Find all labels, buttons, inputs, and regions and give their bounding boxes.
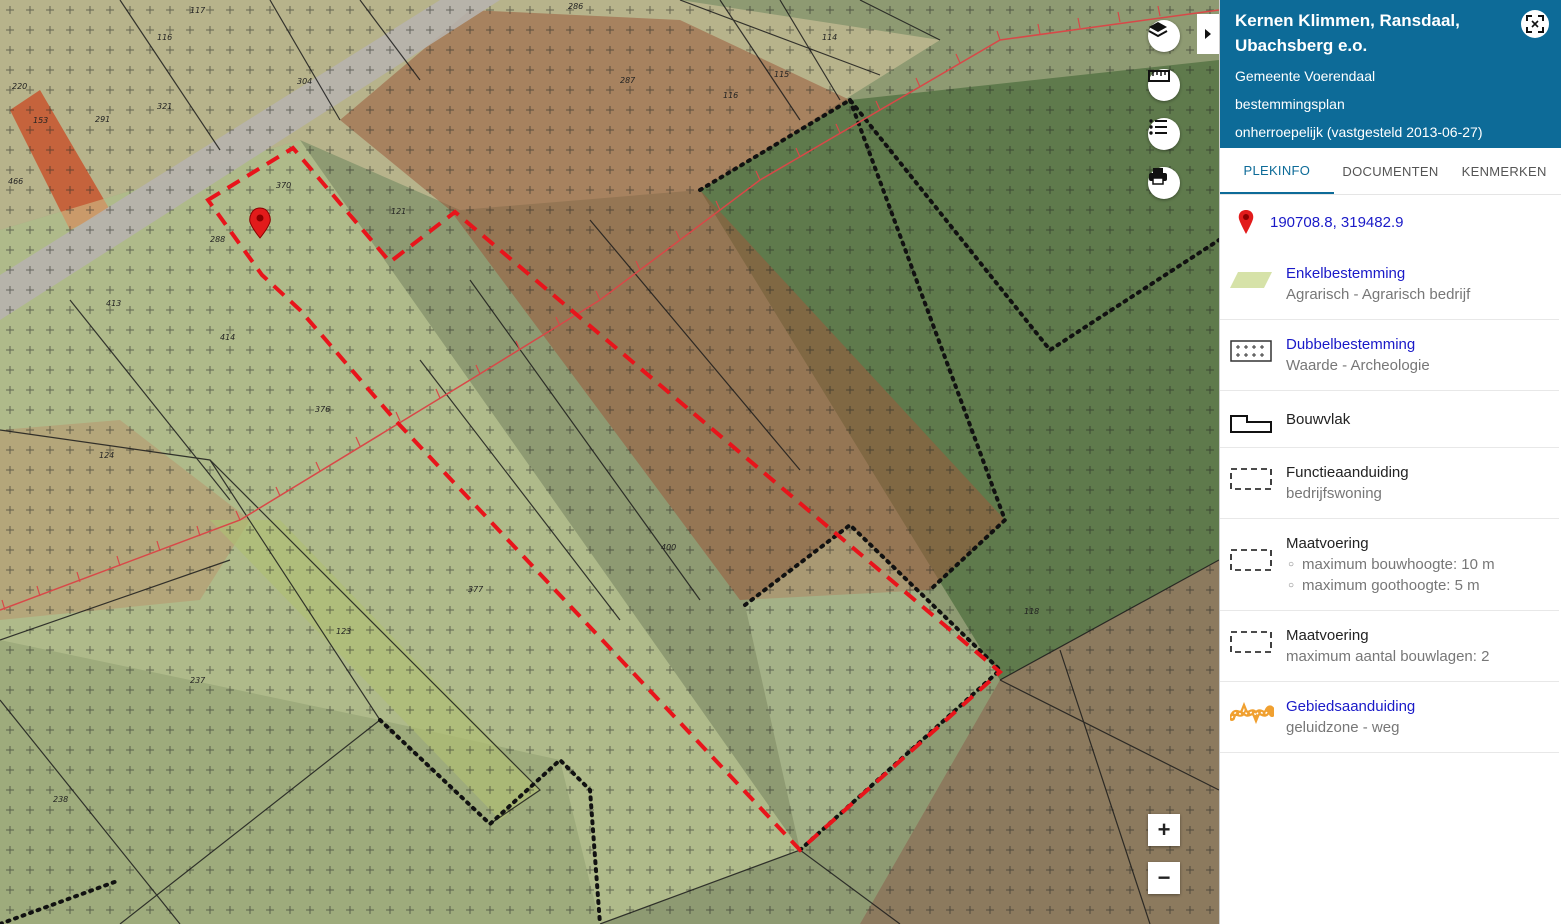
parcel-label: 376 xyxy=(315,405,330,414)
legend-title-dubbelbestemming[interactable]: Dubbelbestemming xyxy=(1286,334,1430,355)
legend-item-enkelbestemming: Enkelbestemming Agrarisch - Agrarisch bed… xyxy=(1220,249,1559,320)
legend-sub-dubbelbestemming: Waarde - Archeologie xyxy=(1286,357,1430,374)
ruler-icon xyxy=(1148,70,1170,82)
tab-plekinfo[interactable]: PLEKINFO xyxy=(1220,148,1334,194)
legend-sub-enkelbestemming: Agrarisch - Agrarisch bedrijf xyxy=(1286,286,1471,303)
legend-title-maatvoering: Maatvoering xyxy=(1286,627,1369,644)
parcel-label: 304 xyxy=(297,77,312,86)
layers-button[interactable] xyxy=(1148,20,1180,52)
legend-list-item: maximum goothoogte: 5 m xyxy=(1302,575,1495,596)
plan-type: bestemmingsplan xyxy=(1235,96,1345,112)
parcel-label: 121 xyxy=(391,207,406,216)
parcel-label: 237 xyxy=(190,676,206,685)
print-button[interactable] xyxy=(1148,167,1180,199)
legend-list-maatvoering: maximum bouwhoogte: 10 m maximum goothoo… xyxy=(1286,554,1495,596)
parcel-label: 414 xyxy=(220,333,235,342)
legend-button[interactable] xyxy=(1148,118,1180,150)
parcel-label: 114 xyxy=(822,33,837,42)
maatvoering-icon xyxy=(1230,631,1272,653)
tab-kenmerken[interactable]: KENMERKEN xyxy=(1447,148,1561,194)
legend-title-functieaanduiding: Functieaanduiding xyxy=(1286,464,1409,481)
legend-item-gebiedsaanduiding: Gebiedsaanduiding geluidzone - weg xyxy=(1220,682,1559,753)
plan-status: onherroepelijk (vastgesteld 2013-06-27) xyxy=(1235,124,1483,140)
legend-item-maatvoering-2: Maatvoering maximum aantal bouwlagen: 2 xyxy=(1220,611,1559,682)
parcel-label: 287 xyxy=(620,76,636,85)
parcel-label: 321 xyxy=(157,102,172,111)
coordinates-row: 190708.8, 319482.9 xyxy=(1220,195,1561,237)
municipality: Gemeente Voerendaal xyxy=(1235,68,1376,84)
plan-title: Kernen Klimmen, Ransdaal, Ubachsberg e.o… xyxy=(1235,11,1460,55)
fullscreen-icon xyxy=(1526,15,1544,33)
parcel-label: 400 xyxy=(661,543,676,552)
legend-item-dubbelbestemming: Dubbelbestemming Waarde - Archeologie xyxy=(1220,320,1559,391)
parcel-label: 291 xyxy=(95,115,110,124)
parcel-label: 466 xyxy=(8,177,23,186)
layers-icon xyxy=(1148,22,1168,38)
enkelbestemming-icon xyxy=(1230,272,1272,288)
parcel-label: 413 xyxy=(106,299,121,308)
legend-title-enkelbestemming[interactable]: Enkelbestemming xyxy=(1286,263,1470,284)
map-canvas[interactable]: 117 116 286 114 115 116 287 321 291 153 304 220 466 3… xyxy=(0,0,1219,924)
legend-sub-gebiedsaanduiding: geluidzone - weg xyxy=(1286,719,1400,736)
parcel-label: 238 xyxy=(53,795,68,804)
gebiedsaanduiding-icon xyxy=(1230,702,1274,724)
legend-sub-functieaanduiding: bedrijfswoning xyxy=(1286,485,1382,502)
parcel-label: 115 xyxy=(774,70,789,79)
legend-list-item: maximum bouwhoogte: 10 m xyxy=(1302,554,1495,575)
printer-icon xyxy=(1149,168,1167,185)
dubbelbestemming-icon xyxy=(1230,340,1272,362)
parcel-label: 286 xyxy=(568,2,583,11)
collapse-panel-button[interactable] xyxy=(1197,14,1219,54)
parcel-label: 118 xyxy=(1024,607,1039,616)
list-icon xyxy=(1149,119,1167,135)
legend-title-bouwvlak: Bouwvlak xyxy=(1286,411,1351,428)
zoom-in-button[interactable]: + xyxy=(1148,814,1180,846)
parcel-label: 377 xyxy=(468,585,484,594)
coordinates-link[interactable]: 190708.8, 319482.9 xyxy=(1270,214,1403,231)
parcel-label: 124 xyxy=(99,451,114,460)
location-pin-icon xyxy=(1238,210,1254,234)
legend-sub-maatvoering: maximum aantal bouwlagen: 2 xyxy=(1286,648,1490,665)
maatvoering-icon xyxy=(1230,549,1272,571)
tab-documenten[interactable]: DOCUMENTEN xyxy=(1334,148,1448,194)
parcel-label: 117 xyxy=(190,6,206,15)
caret-right-icon xyxy=(1205,29,1211,39)
parcel-label: 220 xyxy=(12,82,27,91)
map-view[interactable]: 117 116 286 114 115 116 287 321 291 153 304 220 466 3… xyxy=(0,0,1219,924)
legend-item-maatvoering-1: Maatvoering maximum bouwhoogte: 10 m max… xyxy=(1220,519,1559,611)
bouwvlak-icon xyxy=(1230,415,1272,433)
parcel-label: 370 xyxy=(276,181,291,190)
measure-button[interactable] xyxy=(1148,69,1180,101)
parcel-label: 288 xyxy=(210,235,225,244)
archeologie-pattern xyxy=(0,0,1219,924)
fullscreen-button[interactable] xyxy=(1521,10,1549,38)
legend-item-bouwvlak: Bouwvlak xyxy=(1220,391,1559,448)
parcel-label: 153 xyxy=(33,116,48,125)
functieaanduiding-icon xyxy=(1230,468,1272,490)
legend-title-gebiedsaanduiding[interactable]: Gebiedsaanduiding xyxy=(1286,696,1415,717)
panel-header: Kernen Klimmen, Ransdaal, Ubachsberg e.o… xyxy=(1220,0,1561,148)
parcel-label: 116 xyxy=(723,91,738,100)
panel-tabs: PLEKINFO DOCUMENTEN KENMERKEN xyxy=(1220,148,1561,195)
legend-title-maatvoering: Maatvoering xyxy=(1286,535,1369,552)
legend-item-functieaanduiding: Functieaanduiding bedrijfswoning xyxy=(1220,448,1559,519)
info-panel: Kernen Klimmen, Ransdaal, Ubachsberg e.o… xyxy=(1219,0,1561,924)
parcel-label: 116 xyxy=(157,33,172,42)
parcel-label: 123 xyxy=(336,627,351,636)
zoom-out-button[interactable]: − xyxy=(1148,862,1180,894)
